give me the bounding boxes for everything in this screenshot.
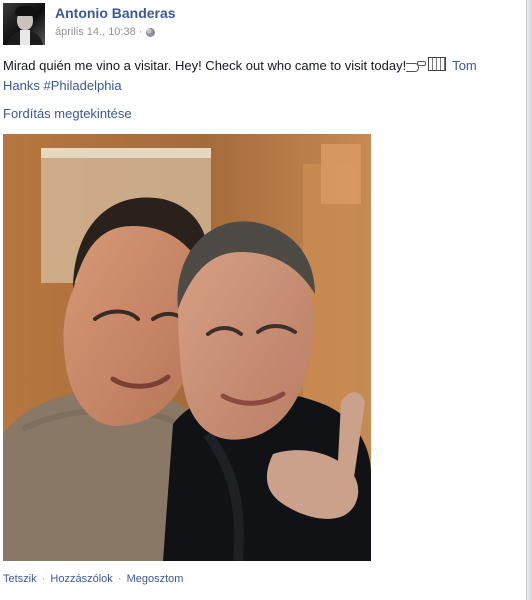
selfie-photo-illustration	[3, 134, 371, 561]
actions-separator: ·	[117, 573, 122, 585]
see-translation-link[interactable]: Fordítás megtekintése	[3, 106, 132, 121]
pointing-hand-icon	[406, 59, 428, 72]
actions-separator: ·	[41, 573, 46, 585]
meta-separator: ·	[138, 26, 143, 38]
post-timestamp[interactable]: április 14., 10:38	[55, 26, 136, 38]
post-text: Mirad quién me vino a visitar. Hey! Chec…	[3, 56, 523, 96]
globe-icon[interactable]	[146, 27, 156, 37]
facebook-post: Antonio Banderas április 14., 10:38 · Mi…	[0, 0, 532, 600]
post-text-main: Mirad quién me vino a visitar. Hey! Chec…	[3, 58, 407, 73]
post-meta: április 14., 10:38 ·	[55, 26, 156, 38]
tag-tom-hanks-link-part1[interactable]: Tom	[452, 58, 477, 73]
hashtag-philadelphia-link[interactable]: #Philadelphia	[43, 78, 121, 93]
emoji-box-icon	[428, 57, 447, 71]
like-action-link[interactable]: Tetszik	[3, 573, 37, 585]
post-actions: Tetszik · Hozzászólok · Megosztom	[3, 573, 183, 585]
comment-action-link[interactable]: Hozzászólok	[50, 573, 112, 585]
author-avatar[interactable]	[3, 3, 45, 45]
right-edge-divider	[526, 0, 532, 600]
author-name-link[interactable]: Antonio Banderas	[55, 5, 176, 21]
share-action-link[interactable]: Megosztom	[127, 573, 184, 585]
tag-tom-hanks-link-part2[interactable]: Hanks	[3, 78, 40, 93]
post-photo[interactable]	[3, 134, 371, 561]
